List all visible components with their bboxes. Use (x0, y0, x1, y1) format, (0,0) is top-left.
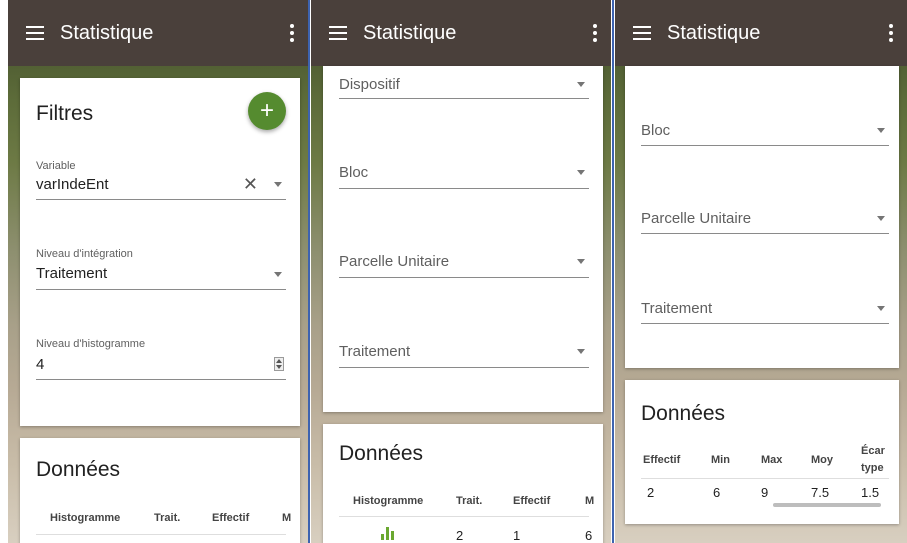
bloc-label: Bloc (641, 122, 671, 139)
table-cell: 1.5 (861, 485, 880, 500)
parcelle-select[interactable]: Parcelle Unitaire (339, 246, 589, 278)
column-header[interactable]: Effectif (643, 454, 680, 466)
chevron-down-icon[interactable] (877, 128, 885, 133)
filters-title: Filtres (36, 102, 94, 125)
screen-panel-3: Statistique Bloc Parcelle Unitaire Trait… (615, 0, 907, 543)
hamburger-menu-icon[interactable] (633, 22, 651, 44)
integration-level-select[interactable]: Niveau d'intégration Traitement (36, 248, 286, 290)
dispositif-label: Dispositif (339, 76, 400, 93)
screen-panel-1: Statistique Filtres + Variable varIndeEn… (8, 0, 308, 543)
data-title: Données (641, 402, 726, 425)
column-header[interactable]: Écar (861, 445, 885, 457)
add-filter-button[interactable]: + (248, 92, 286, 130)
horizontal-scrollbar[interactable] (773, 503, 881, 507)
variable-value: varIndeEnt (36, 176, 109, 193)
chevron-down-icon[interactable] (274, 182, 282, 187)
chevron-down-icon[interactable] (877, 306, 885, 311)
parcelle-label: Parcelle Unitaire (641, 210, 752, 227)
filters-card: Dispositif Bloc Parcelle Unitaire Traite… (323, 66, 603, 412)
panel-divider (308, 0, 310, 543)
chevron-down-icon[interactable] (577, 170, 585, 175)
data-title: Données (339, 442, 424, 465)
bloc-select[interactable]: Bloc (339, 158, 589, 189)
traitement-label: Traitement (339, 343, 411, 360)
data-card: Données Histogramme Trait. Effectif M (20, 438, 300, 543)
more-vert-icon[interactable] (593, 21, 597, 45)
column-header[interactable]: Histogramme (353, 495, 423, 507)
table-cell: 6 (713, 485, 721, 500)
integration-level-value: Traitement (36, 265, 108, 282)
table-cell: 1 (513, 528, 521, 543)
histogram-level-input[interactable]: Niveau d'histogramme 4 (36, 338, 286, 380)
clear-icon[interactable]: ✕ (243, 175, 258, 193)
column-header[interactable]: type (861, 462, 884, 474)
number-stepper[interactable] (274, 357, 284, 371)
filters-card: Filtres + Variable varIndeEnt ✕ Niveau d… (20, 78, 300, 426)
column-header[interactable]: Trait. (154, 512, 180, 524)
app-bar: Statistique (615, 0, 907, 66)
app-title: Statistique (667, 21, 761, 44)
parcelle-label: Parcelle Unitaire (339, 253, 450, 270)
table-divider (339, 516, 589, 517)
column-header[interactable]: Effectif (513, 495, 550, 507)
parcelle-select[interactable]: Parcelle Unitaire (641, 202, 889, 234)
traitement-select[interactable]: Traitement (339, 336, 589, 368)
histogram-icon[interactable] (381, 526, 395, 540)
histogram-level-label: Niveau d'histogramme (36, 338, 146, 350)
integration-level-label: Niveau d'intégration (36, 248, 133, 260)
column-header[interactable]: Moy (811, 454, 833, 466)
bloc-select[interactable]: Bloc (641, 114, 889, 146)
screen-panel-2: Statistique Dispositif Bloc Parcelle Uni… (311, 0, 611, 543)
more-vert-icon[interactable] (889, 21, 893, 45)
hamburger-menu-icon[interactable] (329, 22, 347, 44)
column-header[interactable]: Histogramme (50, 512, 120, 524)
table-cell: 6 (585, 528, 593, 543)
table-cell: 2 (456, 528, 464, 543)
dispositif-select[interactable]: Dispositif (339, 66, 589, 99)
variable-select[interactable]: Variable varIndeEnt ✕ (36, 160, 286, 200)
table-cell: 2 (647, 485, 655, 500)
histogram-level-value: 4 (36, 356, 45, 373)
column-header[interactable]: Effectif (212, 512, 249, 524)
app-bar: Statistique (8, 0, 308, 66)
data-card: Données Effectif Min Max Moy Écar type 2… (625, 380, 899, 524)
more-vert-icon[interactable] (290, 21, 294, 45)
chevron-down-icon[interactable] (577, 349, 585, 354)
app-title: Statistique (60, 21, 154, 44)
table-divider (641, 478, 889, 479)
variable-label: Variable (36, 160, 76, 172)
bloc-label: Bloc (339, 164, 369, 181)
traitement-select[interactable]: Traitement (641, 292, 889, 324)
app-bar: Statistique (311, 0, 611, 66)
column-header[interactable]: M (282, 512, 291, 524)
chevron-down-icon[interactable] (274, 272, 282, 277)
column-header[interactable]: Max (761, 454, 782, 466)
data-title: Données (36, 458, 121, 481)
data-card: Données Histogramme Trait. Effectif M 2 … (323, 424, 603, 543)
app-title: Statistique (363, 21, 457, 44)
column-header[interactable]: Trait. (456, 495, 482, 507)
chevron-down-icon[interactable] (877, 216, 885, 221)
table-divider (36, 534, 286, 535)
table-cell: 9 (761, 485, 769, 500)
column-header[interactable]: Min (711, 454, 730, 466)
hamburger-menu-icon[interactable] (26, 22, 44, 44)
column-header[interactable]: M (585, 495, 594, 507)
filters-card: Bloc Parcelle Unitaire Traitement (625, 66, 899, 368)
chevron-down-icon[interactable] (577, 82, 585, 87)
traitement-label: Traitement (641, 300, 713, 317)
panel-divider (612, 0, 614, 543)
chevron-down-icon[interactable] (577, 259, 585, 264)
table-cell: 7.5 (811, 485, 830, 500)
